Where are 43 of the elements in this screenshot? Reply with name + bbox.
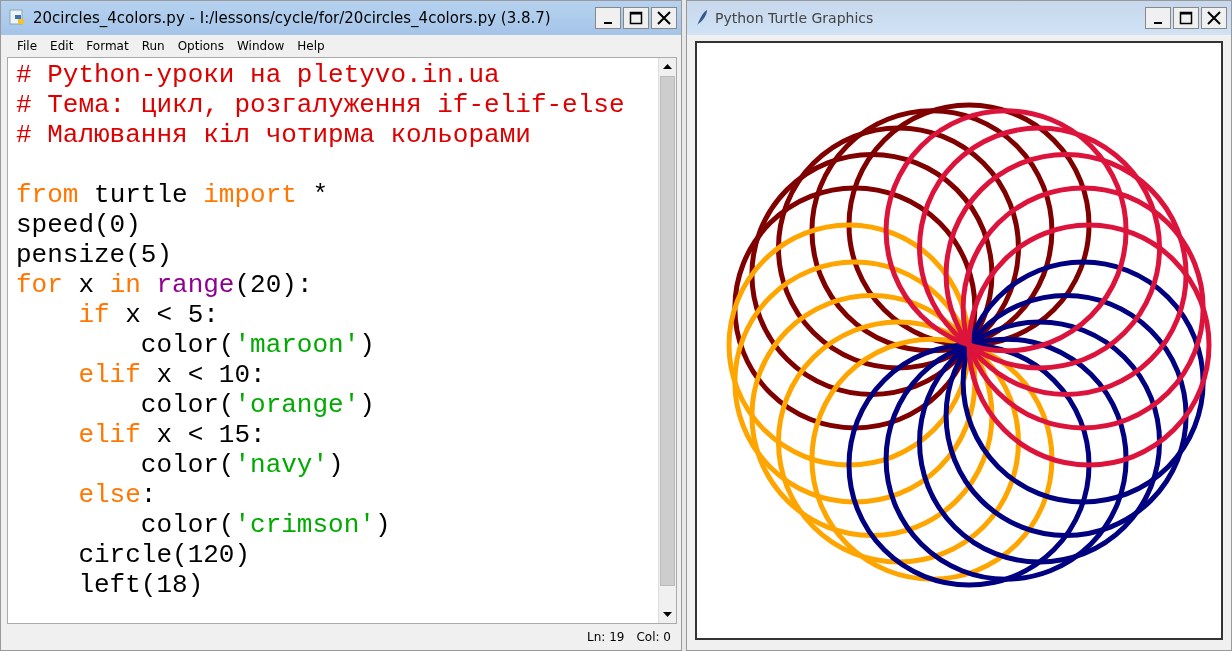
menu-item[interactable]: File	[17, 39, 38, 53]
menu-item[interactable]: Edit	[50, 39, 74, 53]
maximize-button[interactable]	[1173, 7, 1199, 29]
close-icon	[1207, 11, 1221, 25]
code-line: speed(0)	[16, 210, 142, 240]
code-line: left(18)	[77, 570, 205, 600]
code-line: color('crimson')	[139, 510, 392, 540]
minimize-button[interactable]	[595, 7, 621, 29]
menu-item[interactable]: Run	[141, 39, 165, 53]
window-title: 20circles_4colors.py - I:/lessons/cycle/for/20circles_4colors.py (3.8.7)	[33, 9, 552, 27]
minimize-icon	[1154, 22, 1162, 24]
window-title: Python Turtle Graphics	[715, 10, 875, 26]
code-line: color('navy')	[139, 450, 345, 480]
column-number-status: Col: 0	[636, 630, 671, 644]
close-icon	[657, 11, 671, 25]
code-line: # Тема: цикл, розгалуження if-elif-else	[16, 90, 626, 120]
code-line: pensize(5)	[16, 240, 174, 270]
minimize-icon	[604, 22, 612, 24]
python-logo-icon	[9, 9, 27, 27]
maximize-icon	[1179, 11, 1193, 25]
maximize-button[interactable]	[623, 7, 649, 29]
close-button[interactable]	[1201, 7, 1227, 29]
code-line: elif x < 15:	[77, 420, 267, 450]
menu-item[interactable]: Window	[236, 39, 285, 53]
code-line: for x in range(20):	[16, 270, 314, 300]
code-line: from turtle import *	[16, 180, 330, 210]
code-line: # Python-уроки на pletyvo.in.ua	[16, 60, 501, 90]
menu-item[interactable]: Options	[177, 39, 224, 53]
code-line: color('orange')	[139, 390, 376, 420]
line-number-status: Ln: 19	[587, 630, 625, 644]
code-line: if x < 5:	[77, 300, 220, 330]
code-line: color('maroon')	[139, 330, 376, 360]
menu-item[interactable]: Format	[86, 39, 129, 53]
menu-item[interactable]: Help	[297, 39, 325, 53]
feather-icon	[695, 9, 709, 27]
code-line: else:	[77, 480, 158, 510]
code-line: # Малювання кіл чотирма кольорами	[16, 120, 532, 150]
vertical-scrollbar[interactable]	[658, 58, 676, 623]
minimize-button[interactable]	[1145, 7, 1171, 29]
code-line: elif x < 10:	[77, 360, 267, 390]
maximize-icon	[629, 11, 643, 25]
close-button[interactable]	[651, 7, 677, 29]
code-line: circle(120)	[77, 540, 252, 570]
